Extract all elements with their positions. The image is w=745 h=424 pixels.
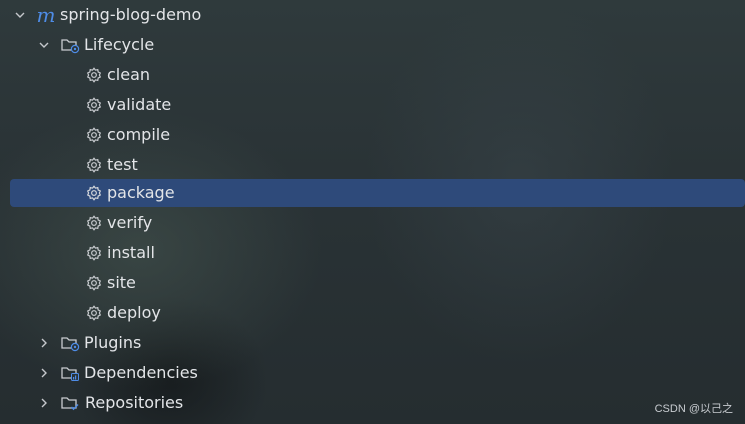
lifecycle-goal-clean[interactable]: clean [0,60,745,90]
lifecycle-goal-deploy[interactable]: deploy [0,298,745,328]
gear-icon [84,95,104,115]
gear-icon [84,183,104,203]
goal-label: install [107,243,155,262]
folder-chart-icon [60,363,80,383]
maven-icon: m [36,3,56,27]
dependencies-label: Dependencies [84,363,198,382]
gear-icon [84,65,104,85]
tree-row-repositories[interactable]: Repositories [0,388,745,418]
lifecycle-goal-test[interactable]: test [0,150,745,180]
lifecycle-goal-validate[interactable]: validate [0,90,745,120]
lifecycle-label: Lifecycle [84,35,155,54]
gear-icon [84,125,104,145]
tree-row-project[interactable]: m spring-blog-demo [0,0,745,30]
lifecycle-goal-install[interactable]: install [0,238,745,268]
folder-gear-icon [60,35,80,55]
lifecycle-goal-package[interactable]: package [0,178,745,208]
chevron-down-icon[interactable] [12,7,28,23]
goal-label: deploy [107,303,161,322]
watermark: CSDN @以己之 [654,403,733,415]
goal-label: validate [107,95,172,114]
plugins-label: Plugins [84,333,142,352]
project-name: spring-blog-demo [60,5,202,24]
chevron-down-icon[interactable] [36,37,52,53]
goal-label: site [107,273,136,292]
gear-icon [84,273,104,293]
chevron-right-icon[interactable] [36,365,52,381]
tree-row-dependencies[interactable]: Dependencies [0,358,745,388]
chevron-right-icon[interactable] [36,335,52,351]
goal-label: compile [107,125,171,144]
gear-icon [84,243,104,263]
tree-row-lifecycle[interactable]: Lifecycle [0,30,745,60]
lifecycle-goal-site[interactable]: site [0,268,745,298]
lifecycle-goal-verify[interactable]: verify [0,208,745,238]
tree-row-plugins[interactable]: Plugins [0,328,745,358]
folder-gear-icon [60,333,80,353]
gear-icon [84,213,104,233]
chevron-right-icon[interactable] [36,395,52,411]
lifecycle-goal-compile[interactable]: compile [0,120,745,150]
folder-check-icon [60,393,80,413]
gear-icon [84,155,104,175]
goal-label: package [107,183,175,202]
gear-icon [84,303,104,323]
goal-label: verify [107,213,153,232]
repositories-label: Repositories [85,393,184,412]
goal-label: test [107,155,138,174]
goal-label: clean [107,65,151,84]
